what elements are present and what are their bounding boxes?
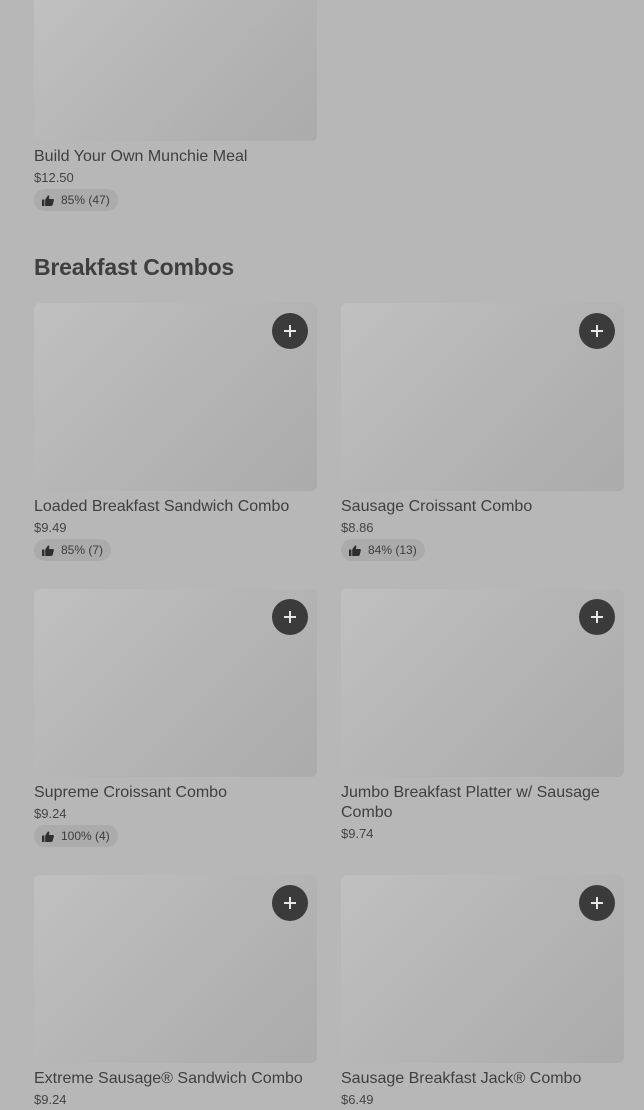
rating-text: 85% (7) (61, 543, 104, 557)
add-to-cart-button[interactable] (579, 599, 615, 635)
item-name: Extreme Sausage® Sandwich Combo (34, 1070, 303, 1087)
add-to-cart-button[interactable] (579, 885, 615, 921)
menu-item-card[interactable]: Sausage Croissant Combo $8.86 84% (13) (341, 303, 624, 561)
menu-item-card[interactable]: Extreme Sausage® Sandwich Combo $9.24 (34, 875, 317, 1107)
item-image[interactable] (34, 0, 317, 141)
plus-icon (591, 611, 603, 623)
item-price: $12.50 (34, 170, 74, 185)
item-name: Jumbo Breakfast Platter w/ Sausage Combo (341, 784, 600, 821)
section-title: Breakfast Combos (34, 254, 235, 280)
add-to-cart-button[interactable] (272, 599, 308, 635)
item-name: Build Your Own Munchie Meal (34, 148, 248, 165)
rating-text: 85% (47) (61, 193, 110, 207)
add-to-cart-button[interactable] (272, 885, 308, 921)
item-image[interactable] (34, 303, 317, 491)
add-to-cart-button[interactable] (579, 313, 615, 349)
rating-text: 100% (4) (61, 829, 110, 843)
thumbs-up-icon (42, 830, 54, 842)
plus-icon (284, 611, 296, 623)
rating-text: 84% (13) (368, 543, 417, 557)
rating-badge: 85% (7) (34, 539, 112, 561)
add-to-cart-button[interactable] (272, 313, 308, 349)
item-price: $9.24 (34, 1092, 67, 1107)
menu-item-card[interactable]: Supreme Croissant Combo $9.24 100% (4) (34, 589, 317, 847)
menu-item-card[interactable]: Sausage Breakfast Jack® Combo $6.49 (341, 875, 624, 1107)
item-image[interactable] (34, 589, 317, 777)
rating-badge: 84% (13) (341, 539, 425, 561)
item-name: Loaded Breakfast Sandwich Combo (34, 498, 290, 515)
thumbs-up-icon (42, 194, 54, 206)
rating-badge: 100% (4) (34, 825, 118, 847)
item-name: Sausage Croissant Combo (341, 498, 533, 515)
thumbs-up-icon (349, 544, 361, 556)
item-price: $9.74 (341, 826, 374, 841)
item-image[interactable] (341, 589, 624, 777)
item-price: $6.49 (341, 1092, 374, 1107)
item-image[interactable] (34, 875, 317, 1063)
item-name: Supreme Croissant Combo (34, 784, 227, 801)
menu-item-card[interactable]: Jumbo Breakfast Platter w/ Sausage Combo… (341, 589, 624, 841)
rating-badge: 85% (47) (34, 189, 118, 211)
item-name: Sausage Breakfast Jack® Combo (341, 1070, 582, 1087)
plus-icon (284, 897, 296, 909)
item-price: $9.24 (34, 806, 67, 821)
menu-page: Build Your Own Munchie Meal $12.50 85% (… (0, 0, 644, 1110)
menu-item-card[interactable]: Loaded Breakfast Sandwich Combo $9.49 85… (34, 303, 317, 561)
thumbs-up-icon (42, 544, 54, 556)
plus-icon (591, 897, 603, 909)
item-image[interactable] (341, 303, 624, 491)
item-price: $9.49 (34, 520, 67, 535)
plus-icon (284, 325, 296, 337)
menu-item-card[interactable]: Build Your Own Munchie Meal $12.50 85% (… (34, 0, 317, 211)
item-price: $8.86 (341, 520, 374, 535)
item-image[interactable] (341, 875, 624, 1063)
plus-icon (591, 325, 603, 337)
